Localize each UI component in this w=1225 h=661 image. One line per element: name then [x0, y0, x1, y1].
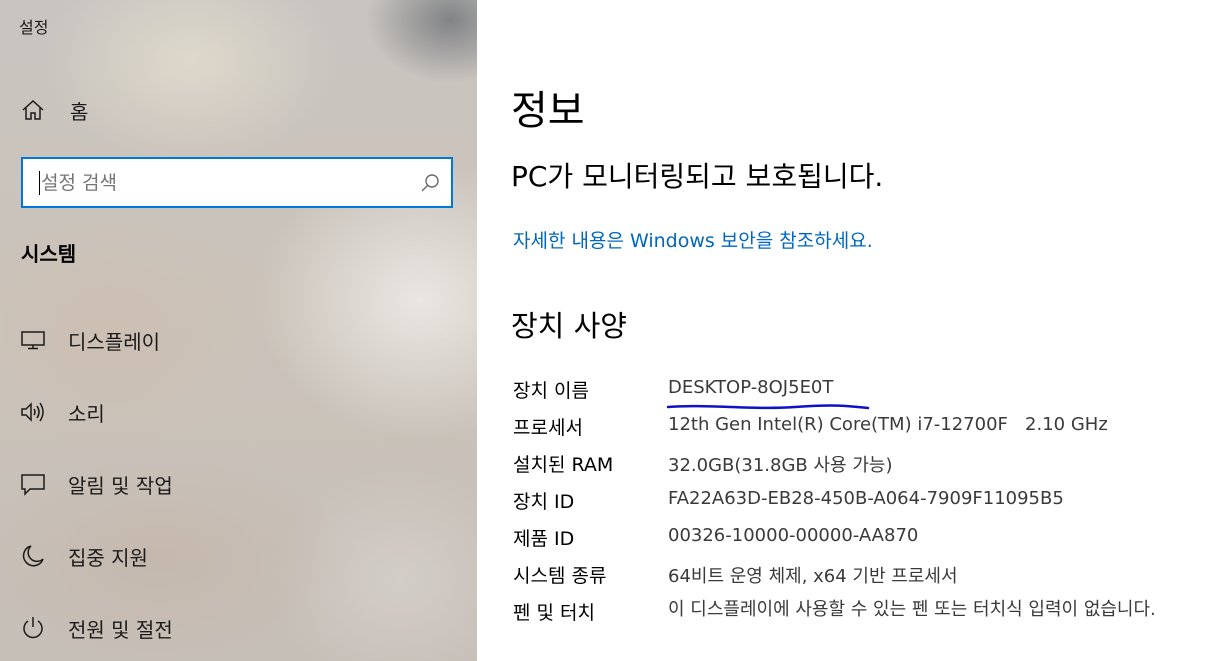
search-icon[interactable]: [419, 172, 441, 194]
spec-label: 설치된 RAM: [513, 454, 614, 476]
spec-label: 장치 ID: [513, 491, 575, 513]
windows-security-link[interactable]: 자세한 내용은 Windows 보안을 참조하세요.: [513, 226, 873, 253]
monitor-icon: [20, 327, 46, 353]
protection-status: PC가 모니터링되고 보호됩니다.: [511, 160, 884, 193]
underline-annotation: [666, 404, 870, 410]
search-box[interactable]: [21, 157, 453, 208]
device-specs-title: 장치 사양: [511, 309, 627, 343]
spec-value[interactable]: DESKTOP-8OJ5E0T: [668, 377, 833, 398]
spec-value[interactable]: 00326-10000-00000-AA870: [668, 525, 918, 546]
spec-row-processor: 프로세서 12th Gen Intel(R) Core(TM) i7-12700…: [513, 413, 1213, 449]
spec-value[interactable]: 이 디스플레이에 사용할 수 있는 펜 또는 터치식 입력이 없습니다.: [668, 596, 1178, 624]
sidebar: 설정 홈 시스템 디스플레이: [0, 0, 477, 661]
spec-value[interactable]: 12th Gen Intel(R) Core(TM) i7-12700F 2.1…: [668, 414, 1108, 435]
sidebar-item-home[interactable]: 홈: [0, 82, 477, 138]
sidebar-item-label: 알림 및 작업: [68, 473, 173, 498]
sidebar-item-notifications[interactable]: 알림 및 작업: [0, 456, 477, 512]
main-content: 정보 PC가 모니터링되고 보호됩니다. 자세한 내용은 Windows 보안을…: [477, 0, 1225, 661]
spec-row-device-id: 장치 ID FA22A63D-EB28-450B-A064-7909F11095…: [513, 487, 1213, 523]
section-header-system: 시스템: [21, 242, 77, 266]
page-title: 정보: [511, 88, 585, 134]
sidebar-item-focus-assist[interactable]: 집중 지원: [0, 528, 477, 584]
sidebar-item-label: 소리: [68, 401, 105, 426]
spec-label: 프로세서: [513, 417, 583, 439]
search-input[interactable]: [41, 167, 421, 198]
power-icon: [20, 615, 46, 641]
notification-icon: [20, 471, 46, 497]
spec-value[interactable]: 64비트 운영 체제, x64 기반 프로세서: [668, 562, 958, 588]
spec-value[interactable]: FA22A63D-EB28-450B-A064-7909F11095B5: [668, 488, 1064, 509]
sidebar-item-label: 집중 지원: [68, 545, 148, 570]
spec-label: 펜 및 터치: [513, 602, 595, 624]
sidebar-item-power[interactable]: 전원 및 절전: [0, 600, 477, 656]
spec-row-system-type: 시스템 종류 64비트 운영 체제, x64 기반 프로세서: [513, 561, 1213, 597]
spec-label: 장치 이름: [513, 380, 589, 402]
spec-value[interactable]: 32.0GB(31.8GB 사용 가능): [668, 451, 892, 477]
text-caret: [39, 171, 40, 195]
moon-icon: [20, 543, 46, 569]
speaker-icon: [20, 399, 46, 425]
spec-row-product-id: 제품 ID 00326-10000-00000-AA870: [513, 524, 1213, 560]
sidebar-item-display[interactable]: 디스플레이: [0, 312, 477, 368]
home-icon: [20, 97, 46, 123]
spec-label: 제품 ID: [513, 528, 575, 550]
sidebar-item-label: 디스플레이: [68, 329, 160, 354]
app-title: 설정: [19, 18, 49, 37]
spec-row-ram: 설치된 RAM 32.0GB(31.8GB 사용 가능): [513, 450, 1213, 486]
sidebar-item-sound[interactable]: 소리: [0, 384, 477, 440]
spec-row-pen-touch: 펜 및 터치 이 디스플레이에 사용할 수 있는 펜 또는 터치식 입력이 없습…: [513, 598, 1213, 658]
spec-label: 시스템 종류: [513, 565, 607, 587]
sidebar-item-label: 전원 및 절전: [68, 617, 173, 642]
sidebar-item-label: 홈: [70, 99, 89, 124]
